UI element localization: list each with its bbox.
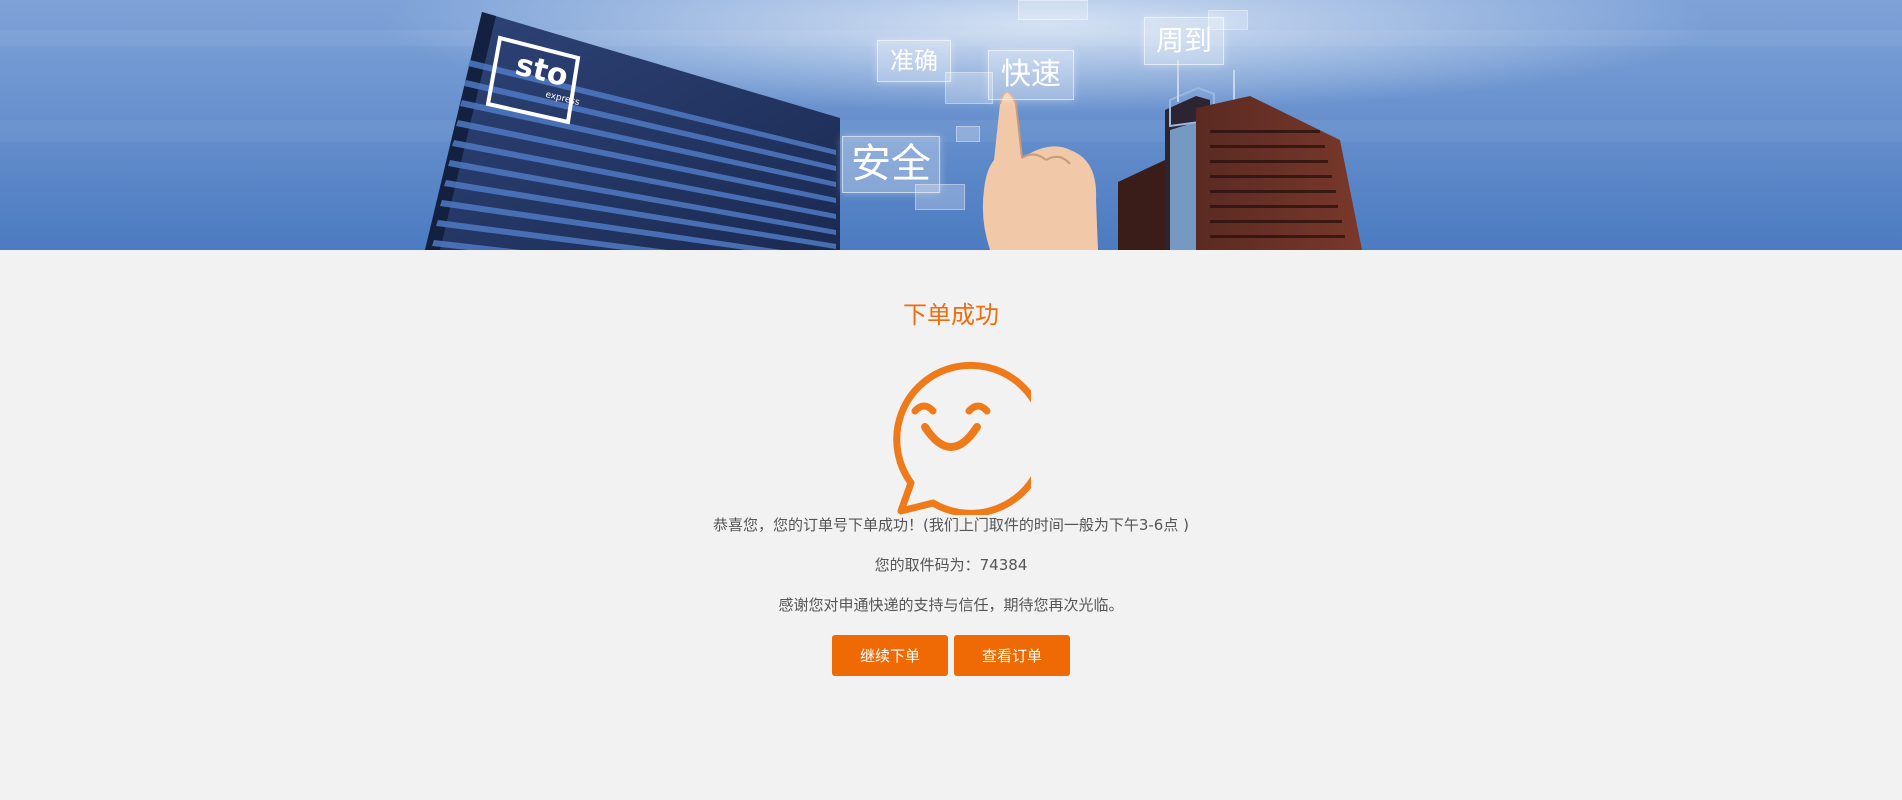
pickup-code: 您的取件码为：74384 — [874, 556, 1028, 574]
banner-tag-fast: 快速 — [988, 50, 1074, 100]
banner-tag-considerate: 周到 — [1144, 17, 1224, 65]
success-message: 恭喜您，您的订单号下单成功！(我们上门取件的时间一般为下午3-6点 ) — [713, 516, 1189, 534]
view-orders-button[interactable]: 查看订单 — [954, 635, 1070, 676]
banner-tag-accurate: 准确 — [877, 40, 951, 82]
banner-tag-safe: 安全 — [842, 136, 940, 193]
success-smiley-icon — [871, 355, 1049, 517]
thanks-message: 感谢您对申通快递的支持与信任，期待您再次光临。 — [778, 596, 1124, 614]
continue-order-button[interactable]: 继续下单 — [832, 635, 948, 676]
action-buttons: 继续下单 查看订单 — [0, 635, 1902, 676]
banner-glass-tile — [945, 72, 993, 104]
order-success-panel: 下单成功 恭喜您，您的订单号下单成功！(我们上门取件的时间一般为下午3-6点 )… — [0, 250, 1902, 676]
banner: sto express 准确 快速 周到 安全 — [0, 0, 1902, 250]
banner-glass-tile — [1018, 0, 1088, 20]
banner-illustration — [0, 0, 1902, 250]
banner-glass-tile — [956, 126, 980, 142]
page-title: 下单成功 — [903, 301, 999, 329]
